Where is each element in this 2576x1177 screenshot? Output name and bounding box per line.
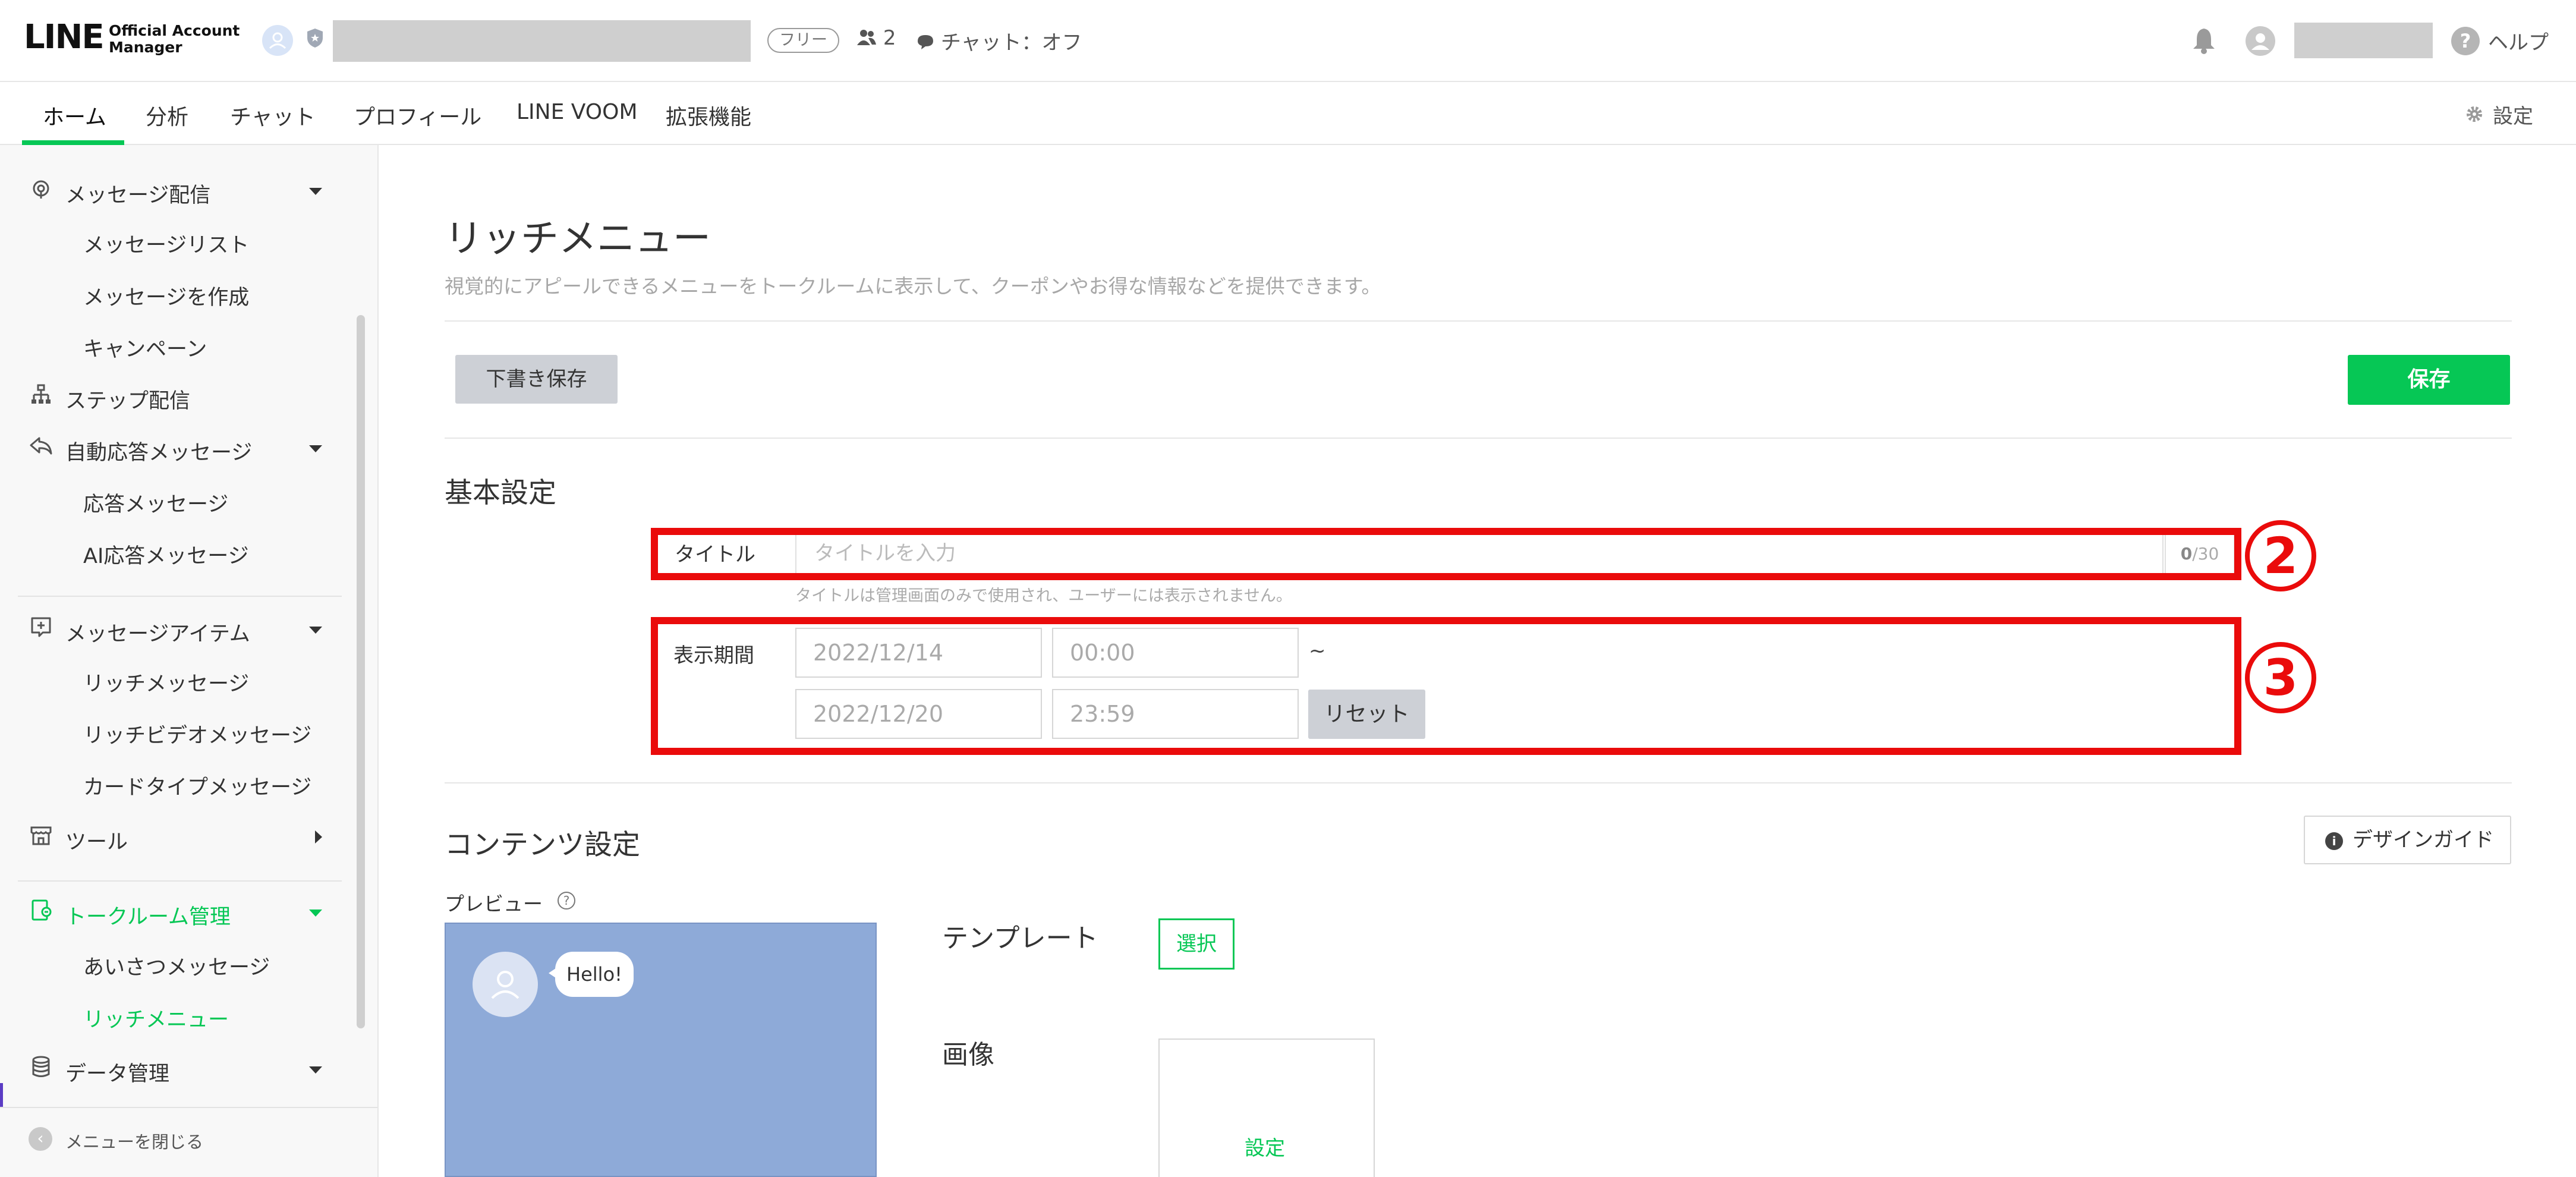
info-icon: i xyxy=(2325,832,2343,850)
caret-down-icon xyxy=(309,445,322,452)
divider xyxy=(445,320,2512,322)
broadcast-icon xyxy=(33,180,49,199)
sidebar-item-label: データ管理 xyxy=(65,1062,170,1086)
sidebar-item-message-list[interactable]: メッセージリスト xyxy=(83,228,249,259)
sidebar-item-create-message[interactable]: メッセージを作成 xyxy=(83,281,249,311)
annotation-box-3 xyxy=(651,617,2241,755)
draft-save-button[interactable]: 下書き保存 xyxy=(455,355,618,404)
chevron-left-icon[interactable]: ‹ xyxy=(29,1127,52,1151)
content-settings-heading: コンテンツ設定 xyxy=(445,829,640,861)
sidebar-item-rich-video-message[interactable]: リッチビデオメッセージ xyxy=(83,719,311,749)
annotation-number-3: 3 xyxy=(2245,642,2316,713)
preview-avatar xyxy=(473,952,538,1017)
help-icon[interactable]: ? xyxy=(2451,27,2480,55)
user-name-redacted[interactable] xyxy=(2294,23,2433,58)
sidebar-item-data-management[interactable]: データ管理 xyxy=(0,1055,357,1086)
sidebar-item-step-delivery[interactable]: ステップ配信 xyxy=(0,382,357,413)
sidebar-item-auto-response[interactable]: 自動応答メッセージ xyxy=(0,433,357,465)
friends-count-value: 2 xyxy=(883,26,896,50)
logo-subtitle-line-2: Manager xyxy=(109,39,182,56)
gear-icon[interactable] xyxy=(2465,105,2484,124)
tab-home[interactable]: ホーム xyxy=(43,100,106,131)
line-logo[interactable]: LINE xyxy=(24,18,105,56)
page-title: リッチメニュー xyxy=(445,217,711,261)
sidebar-item-label: トークルーム管理 xyxy=(65,905,231,929)
account-name-redacted xyxy=(333,20,751,62)
logo-subtitle-line-1: Official Account xyxy=(109,22,240,39)
top-header: LINE Official Account Manager フリー 2 チャット… xyxy=(0,0,2576,82)
sidebar-item-message-items[interactable]: メッセージアイテム xyxy=(0,615,357,646)
caret-down-icon xyxy=(309,1066,322,1074)
tab-line-voom[interactable]: LINE VOOM xyxy=(517,100,638,124)
design-guide-label: デザインガイド xyxy=(2353,828,2494,852)
sidebar: メッセージ配信 メッセージリスト メッセージを作成 キャンペーン ステップ配信 … xyxy=(0,145,379,1177)
plan-badge: フリー xyxy=(767,28,839,53)
close-menu-button[interactable]: メニューを閉じる xyxy=(65,1128,203,1153)
sidebar-scrollbar[interactable] xyxy=(357,315,365,1028)
sidebar-item-rich-message[interactable]: リッチメッセージ xyxy=(83,667,249,697)
tab-chat[interactable]: チャット xyxy=(230,100,316,131)
sidebar-item-chatroom-management[interactable]: トークルーム管理 xyxy=(0,898,357,929)
logo-subtitle: Official Account Manager xyxy=(109,23,240,56)
add-box-icon xyxy=(31,617,51,637)
people-icon xyxy=(857,30,876,45)
shield-icon xyxy=(307,29,323,48)
chat-status[interactable]: チャット：オフ xyxy=(917,26,1082,55)
annotation-box-2 xyxy=(651,528,2241,580)
save-button[interactable]: 保存 xyxy=(2348,355,2510,405)
account-avatar[interactable] xyxy=(262,25,293,56)
divider xyxy=(445,782,2512,783)
caret-down-icon xyxy=(309,627,322,634)
preview-chat-bubble: Hello! xyxy=(555,952,634,997)
divider xyxy=(445,438,2512,439)
user-avatar[interactable] xyxy=(2246,26,2275,56)
sidebar-item-card-message[interactable]: カードタイプメッセージ xyxy=(83,770,311,801)
sidebar-divider xyxy=(18,880,342,882)
caret-down-icon xyxy=(309,910,322,917)
chat-bubble-icon xyxy=(918,35,933,49)
friends-count[interactable]: 2 xyxy=(856,26,896,50)
sidebar-item-message-delivery[interactable]: メッセージ配信 xyxy=(0,176,357,207)
template-label: テンプレート xyxy=(942,923,1098,953)
design-guide-button[interactable]: i デザインガイド xyxy=(2304,816,2511,864)
chat-status-label: チャット：オフ xyxy=(940,31,1082,55)
main-nav: ホーム 分析 チャット プロフィール LINE VOOM 拡張機能 設定 xyxy=(0,82,2576,145)
tab-profile[interactable]: プロフィール xyxy=(354,100,481,131)
caret-right-icon xyxy=(315,830,322,844)
chatroom-icon xyxy=(32,899,52,921)
sidebar-item-ai-response[interactable]: AI応答メッセージ xyxy=(83,539,249,569)
annotation-number-2: 2 xyxy=(2245,520,2316,591)
active-tab-indicator xyxy=(22,140,124,145)
sidebar-item-label: メッセージアイテム xyxy=(65,622,250,646)
sidebar-item-campaign[interactable]: キャンペーン xyxy=(83,332,207,363)
sidebar-item-label: ツール xyxy=(65,830,128,854)
flow-icon xyxy=(32,384,51,404)
question-icon[interactable]: ? xyxy=(558,892,575,910)
title-hint: タイトルは管理画面のみで使用され、ユーザーには表示されません。 xyxy=(795,587,1292,605)
basic-settings-heading: 基本設定 xyxy=(445,477,556,509)
reply-icon xyxy=(30,437,52,455)
page-description: 視覚的にアピールできるメニューをトークルームに表示して、クーポンやお得な情報など… xyxy=(445,275,1381,298)
settings-link[interactable]: 設定 xyxy=(2493,100,2533,129)
bell-icon[interactable] xyxy=(2191,26,2217,55)
image-label: 画像 xyxy=(942,1040,994,1070)
sidebar-item-rich-menu[interactable]: リッチメニュー xyxy=(83,1003,229,1033)
sidebar-divider xyxy=(18,596,342,597)
sidebar-item-tools[interactable]: ツール xyxy=(0,823,357,854)
sidebar-item-greeting-message[interactable]: あいさつメッセージ xyxy=(83,951,270,981)
store-icon xyxy=(30,826,52,845)
tab-analytics[interactable]: 分析 xyxy=(146,100,188,131)
sidebar-item-label: メッセージ配信 xyxy=(65,184,211,207)
database-icon xyxy=(32,1056,50,1077)
sidebar-item-label: 自動応答メッセージ xyxy=(65,441,253,465)
select-template-button[interactable]: 選択 xyxy=(1158,918,1235,970)
sidebar-item-label: ステップ配信 xyxy=(65,389,191,413)
caret-down-icon xyxy=(309,188,322,195)
image-set-link[interactable]: 設定 xyxy=(1245,1132,1285,1161)
preview-label: プレビュー xyxy=(445,892,543,915)
tab-extensions[interactable]: 拡張機能 xyxy=(666,100,751,131)
help-link[interactable]: ヘルプ xyxy=(2488,26,2549,55)
sidebar-item-response-message[interactable]: 応答メッセージ xyxy=(83,487,228,518)
